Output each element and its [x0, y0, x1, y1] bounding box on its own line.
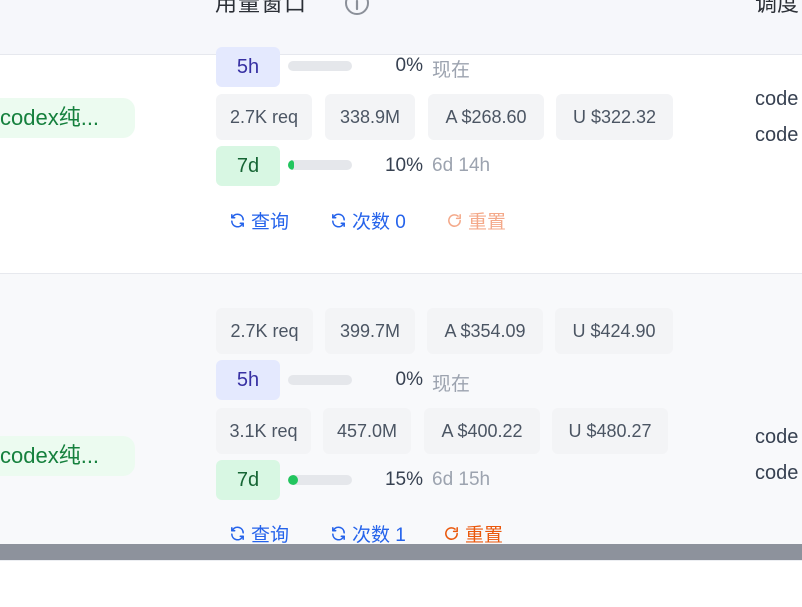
window-7d-progress [288, 475, 352, 485]
reset-button[interactable]: 重置 [446, 207, 506, 234]
refresh-icon [332, 526, 345, 541]
stat-cost-a: A $354.09 [427, 308, 543, 354]
refresh-icon [332, 213, 345, 228]
count-button[interactable]: 次数 0 [330, 207, 406, 234]
refresh-icon [231, 213, 244, 228]
table-row: codex纯... 5h 0% 现在 2.7K req 338.9M A $26… [0, 47, 802, 274]
window-7d-reset-time: 6d 14h [432, 155, 491, 176]
schedule-code-line: code [755, 88, 799, 110]
reset-button-label: 重置 [465, 525, 504, 544]
group-badge: codex纯... [0, 436, 135, 476]
stat-requests: 2.7K req [216, 94, 312, 140]
query-button-label: 查询 [251, 525, 290, 544]
window-5h-reset-time: 现在 [432, 60, 471, 81]
stat-requests: 3.1K req [216, 408, 311, 454]
stat-tokens: 338.9M [325, 94, 415, 140]
table-row: codex纯... 2.7K req 399.7M A $354.09 U $4… [0, 274, 802, 544]
window-5h-percent: 0% [395, 369, 423, 390]
window-5h-progress [288, 61, 352, 71]
window-5h-progress [288, 375, 352, 385]
schedule-code-line: code [755, 426, 799, 448]
stat-cost-u: U $322.32 [556, 94, 673, 140]
stat-requests: 2.7K req [216, 308, 313, 354]
reset-button[interactable]: 重置 [443, 520, 503, 544]
table-header: 用量窗口 调度 [0, 0, 802, 55]
window-5h-percent: 0% [395, 55, 423, 76]
window-7d-percent: 10% [384, 155, 423, 176]
reset-button-label: 重置 [468, 212, 507, 233]
column-header-usage-window: 用量窗口 [215, 0, 308, 16]
count-button[interactable]: 次数 1 [330, 520, 406, 544]
stat-cost-a: A $268.60 [428, 94, 544, 140]
info-icon[interactable] [344, 0, 370, 16]
horizontal-scrollbar[interactable] [0, 544, 802, 560]
window-7d-badge: 7d [216, 460, 280, 500]
count-button-label: 次数 1 [352, 525, 406, 544]
table-row [0, 560, 802, 607]
stat-tokens: 457.0M [323, 408, 411, 454]
schedule-code-line: code [755, 124, 799, 146]
window-5h-badge: 5h [216, 360, 280, 400]
window-5h-badge: 5h [216, 47, 280, 87]
group-badge: codex纯... [0, 98, 135, 138]
stat-cost-u: U $424.90 [555, 308, 673, 354]
window-5h-reset-time: 现在 [432, 374, 471, 395]
query-button[interactable]: 查询 [229, 207, 289, 234]
window-7d-percent: 15% [384, 469, 423, 490]
rotate-icon [445, 527, 458, 540]
window-7d-progress-fill [288, 160, 295, 170]
rotate-icon [448, 214, 461, 227]
query-button[interactable]: 查询 [229, 520, 289, 544]
query-button-label: 查询 [251, 212, 290, 233]
refresh-icon [231, 526, 244, 541]
count-button-label: 次数 0 [352, 212, 406, 233]
window-7d-progress [288, 160, 352, 170]
window-7d-reset-time: 6d 15h [432, 469, 491, 490]
stat-cost-u: U $480.27 [552, 408, 668, 454]
stat-tokens: 399.7M [325, 308, 415, 354]
column-header-schedule: 调度 [755, 0, 800, 16]
window-7d-progress-fill [288, 475, 298, 485]
schedule-code-line: code [755, 462, 799, 484]
window-7d-badge: 7d [216, 146, 280, 186]
stat-cost-a: A $400.22 [424, 408, 540, 454]
